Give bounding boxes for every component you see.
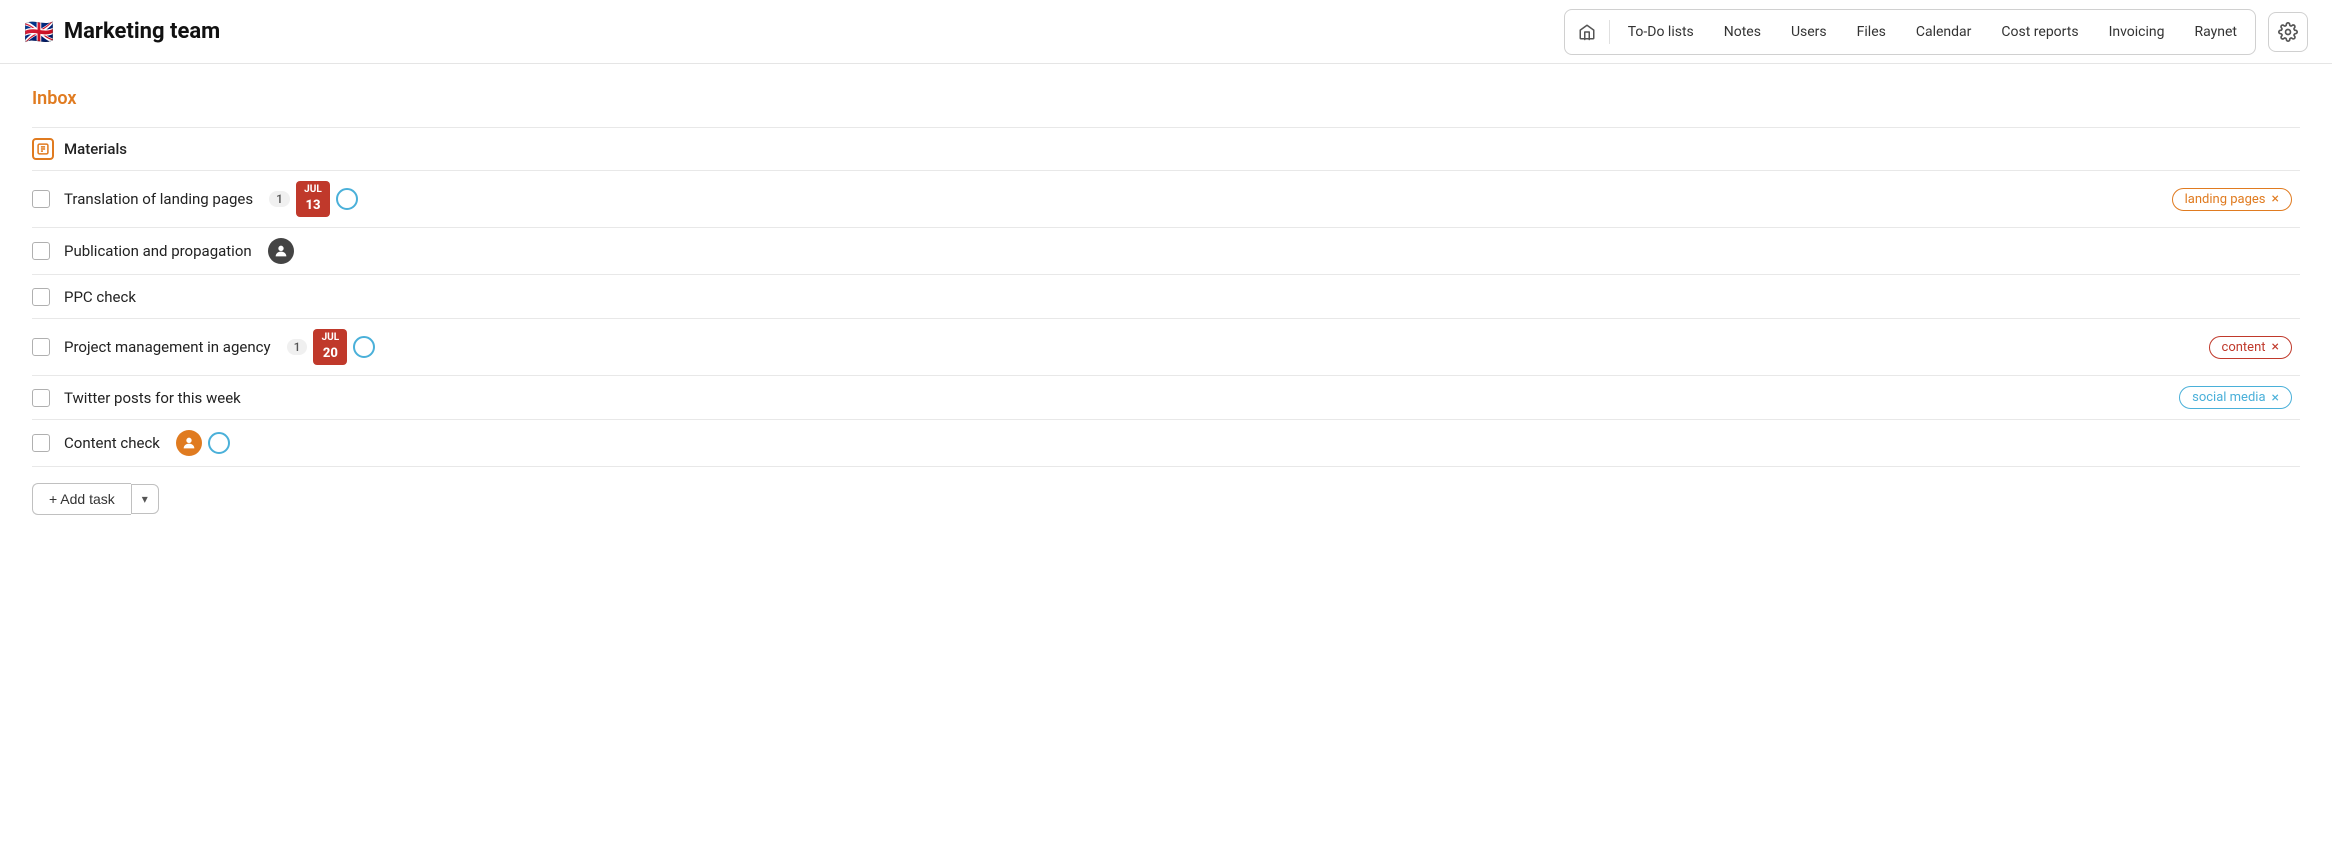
tag-close-icon[interactable]: ×: [2272, 391, 2279, 405]
home-nav-button[interactable]: [1569, 14, 1605, 50]
brand: 🇬🇧 Marketing team: [24, 18, 220, 46]
nav-item-calendar[interactable]: Calendar: [1902, 18, 1986, 46]
table-row: Project management in agency 1 Jul 20 co…: [32, 319, 2300, 376]
section-header: Materials: [32, 128, 2300, 171]
task-checkbox[interactable]: [32, 434, 50, 452]
nav-item-files[interactable]: Files: [1843, 18, 1900, 46]
avatar: [176, 430, 202, 456]
nav-divider: [1609, 20, 1610, 44]
task-checkbox[interactable]: [32, 338, 50, 356]
nav-item-notes[interactable]: Notes: [1710, 18, 1775, 46]
task-name: Content check: [64, 430, 2300, 456]
task-meta: [268, 238, 294, 264]
task-meta: [176, 430, 230, 456]
add-task-label: + Add task: [49, 491, 115, 507]
date-badge: Jul 20: [313, 329, 347, 365]
task-meta: 1 Jul 13: [269, 181, 358, 217]
table-row: Translation of landing pages 1 Jul 13 la…: [32, 171, 2300, 228]
task-checkbox[interactable]: [32, 288, 50, 306]
table-row: Publication and propagation: [32, 228, 2300, 275]
table-row: PPC check: [32, 275, 2300, 319]
tag-close-icon[interactable]: ×: [2272, 340, 2279, 354]
tag-close-icon[interactable]: ×: [2272, 192, 2279, 206]
tag: content ×: [2209, 336, 2292, 359]
section-label: Materials: [64, 140, 127, 158]
table-row: Twitter posts for this week social media…: [32, 376, 2300, 420]
task-list: Materials Translation of landing pages 1…: [32, 127, 2300, 467]
task-checkbox[interactable]: [32, 389, 50, 407]
section-icon: [32, 138, 54, 160]
task-meta: 1 Jul 20: [287, 329, 376, 365]
table-row: Content check: [32, 420, 2300, 467]
tag: social media ×: [2179, 386, 2292, 409]
nav-item-raynet[interactable]: Raynet: [2181, 18, 2252, 46]
nav-item-cost-reports[interactable]: Cost reports: [1987, 18, 2092, 46]
add-task-dropdown-button[interactable]: ▾: [131, 484, 159, 514]
task-name: Translation of landing pages 1 Jul 13: [64, 181, 2172, 217]
inbox-title: Inbox: [32, 88, 2300, 109]
avatar: [268, 238, 294, 264]
tag: landing pages ×: [2172, 188, 2292, 211]
circle-indicator: [208, 432, 230, 454]
date-badge: Jul 13: [296, 181, 330, 217]
header: 🇬🇧 Marketing team To-Do lists Notes User…: [0, 0, 2332, 64]
add-task-button[interactable]: + Add task: [32, 483, 131, 515]
dropdown-arrow-icon: ▾: [142, 492, 148, 506]
flag-icon: 🇬🇧: [24, 18, 54, 46]
task-tags: landing pages ×: [2172, 188, 2300, 211]
task-name: PPC check: [64, 288, 2300, 306]
circle-indicator: [336, 188, 358, 210]
task-checkbox[interactable]: [32, 242, 50, 260]
nav-item-to-do-lists[interactable]: To-Do lists: [1614, 18, 1708, 46]
circle-indicator: [353, 336, 375, 358]
task-name: Project management in agency 1 Jul 20: [64, 329, 2209, 365]
task-name: Publication and propagation: [64, 238, 2300, 264]
task-checkbox[interactable]: [32, 190, 50, 208]
task-tags: content ×: [2209, 336, 2300, 359]
main-content: Inbox Materials Translation of landing p…: [0, 64, 2332, 539]
settings-button[interactable]: [2268, 12, 2308, 52]
task-name: Twitter posts for this week: [64, 389, 2179, 407]
badge-count: 1: [269, 191, 290, 207]
add-task-row: + Add task ▾: [32, 483, 2300, 515]
nav-item-invoicing[interactable]: Invoicing: [2095, 18, 2179, 46]
brand-name: Marketing team: [64, 19, 220, 44]
task-tags: social media ×: [2179, 386, 2300, 409]
nav-item-users[interactable]: Users: [1777, 18, 1841, 46]
main-nav: To-Do lists Notes Users Files Calendar C…: [1564, 9, 2256, 55]
badge-count: 1: [287, 339, 308, 355]
